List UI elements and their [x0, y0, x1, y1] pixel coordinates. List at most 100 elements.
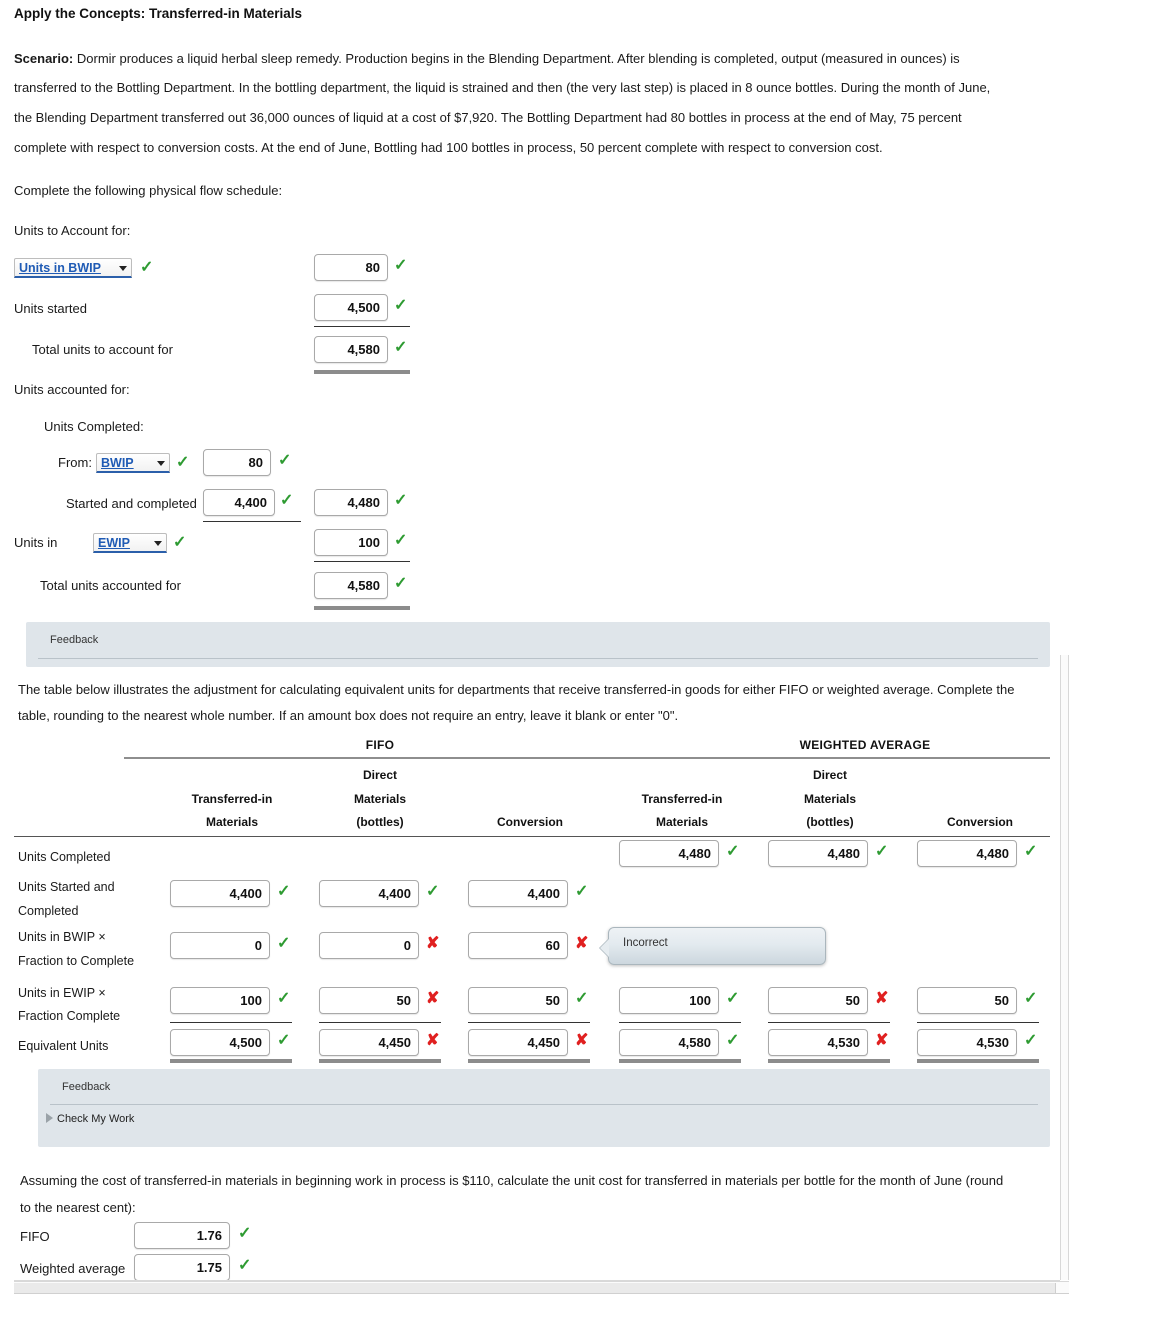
- table-row-label-equivalent-units: Equivalent Units: [18, 1039, 109, 1053]
- page-title: Apply the Concepts: Transferred-in Mater…: [14, 6, 303, 21]
- horizontal-scrollbar-thumb[interactable]: [14, 1283, 1056, 1293]
- table-row-label-bwip-1: Units in BWIP ×: [18, 930, 106, 944]
- input-units-in-bwip[interactable]: 80: [314, 254, 388, 281]
- scenario-line-4: complete with respect to conversion cost…: [14, 140, 883, 155]
- dropdown-units-in-bwip[interactable]: Units in BWIP: [14, 258, 132, 278]
- dropdown-from-bwip-label: BWIP: [101, 456, 134, 470]
- input-started-and-completed[interactable]: 4,400: [203, 489, 275, 516]
- col-header-wa-ti-line2: Transferred-in: [641, 792, 723, 806]
- cell-r4-c5[interactable]: 4,530: [917, 1029, 1017, 1056]
- status-r3-c2: ✓: [575, 990, 589, 1007]
- label-units-in: Units in: [14, 535, 58, 550]
- total-rule-2: [314, 606, 410, 610]
- input-total-units-to-account[interactable]: 4,580: [314, 336, 388, 363]
- status-r1-c1: ✓: [426, 883, 440, 900]
- status-r1-c0: ✓: [277, 883, 291, 900]
- feedback-top-label: Feedback: [50, 634, 99, 646]
- cell-r3-c3[interactable]: 100: [619, 987, 719, 1014]
- cell-r1-c1[interactable]: 4,400: [319, 880, 419, 907]
- dropdown-units-in-bwip-label: Units in BWIP: [19, 261, 101, 275]
- subtotal-rule-3: [314, 561, 410, 562]
- dropdown-from-bwip[interactable]: BWIP: [96, 453, 170, 473]
- eu-rule-c2: [468, 1022, 590, 1023]
- col-header-fifo-dm-line2: Materials: [353, 792, 407, 806]
- col-header-fifo-ti-line3: Materials: [205, 815, 259, 829]
- scenario-line-3: the Blending Department transferred out …: [14, 110, 962, 125]
- cell-r4-c0[interactable]: 4,500: [170, 1029, 270, 1056]
- incorrect-tooltip: Incorrect: [600, 927, 826, 965]
- eu-total-rule-c3: [619, 1059, 741, 1063]
- status-final-weighted-average: ✓: [238, 1257, 252, 1274]
- group-header-fifo: FIFO: [365, 738, 395, 752]
- status-final-fifo: ✓: [238, 1225, 252, 1242]
- eu-rule-c3: [619, 1022, 741, 1023]
- input-units-started[interactable]: 4,500: [314, 294, 388, 321]
- input-final-fifo[interactable]: 1.76: [134, 1222, 230, 1249]
- check-my-work-label: Check My Work: [57, 1113, 135, 1125]
- feedback-panel-bottom: Feedback: [38, 1069, 1050, 1147]
- dropdown-units-in-bwip-status: ✓: [140, 259, 154, 276]
- status-r1-c2: ✓: [575, 883, 589, 900]
- input-started-and-completed-total[interactable]: 4,480: [314, 489, 388, 516]
- label-units-started: Units started: [14, 301, 87, 316]
- input-units-in-ewip[interactable]: 100: [314, 529, 388, 556]
- status-r3-c3: ✓: [726, 990, 740, 1007]
- cell-r3-c0[interactable]: 100: [170, 987, 270, 1014]
- feedback-panel-top: Feedback: [26, 622, 1050, 667]
- check-my-work-toggle[interactable]: Check My Work: [46, 1113, 134, 1125]
- chevron-down-icon: [119, 266, 127, 271]
- status-units-started: ✓: [394, 297, 408, 314]
- table-row-label-ewip-1: Units in EWIP ×: [18, 986, 106, 1000]
- table-intro-line-2: table, rounding to the nearest whole num…: [18, 708, 679, 723]
- status-r2-c1: ✘: [426, 935, 440, 952]
- status-units-in-bwip: ✓: [394, 257, 408, 274]
- cell-r3-c2[interactable]: 50: [468, 987, 568, 1014]
- label-from: From:: [58, 455, 92, 470]
- label-total-units-to-account: Total units to account for: [32, 342, 173, 357]
- eu-total-rule-c5: [917, 1059, 1039, 1063]
- col-header-wa-ti-line3: Materials: [655, 815, 709, 829]
- col-header-wa-conv-line3: Conversion: [946, 815, 1013, 829]
- input-final-weighted-average[interactable]: 1.75: [134, 1254, 230, 1281]
- cell-r1-c0[interactable]: 4,400: [170, 880, 270, 907]
- col-header-wa-dm-line1: Direct: [812, 768, 847, 782]
- status-started-and-completed: ✓: [280, 492, 294, 509]
- dropdown-units-in-ewip[interactable]: EWIP: [93, 533, 167, 553]
- cell-r0-c3[interactable]: 4,480: [619, 840, 719, 867]
- dropdown-units-in-ewip-label: EWIP: [98, 536, 130, 550]
- horizontal-scrollbar[interactable]: [14, 1281, 1069, 1294]
- cell-r2-c2[interactable]: 60: [468, 932, 568, 959]
- cell-r0-c4[interactable]: 4,480: [768, 840, 868, 867]
- cell-r4-c1[interactable]: 4,450: [319, 1029, 419, 1056]
- total-rule-1: [314, 370, 410, 374]
- status-r4-c2: ✘: [575, 1032, 589, 1049]
- scenario-label: Scenario:: [14, 51, 74, 66]
- table-row-label-started-completed-2: Completed: [18, 904, 79, 918]
- col-header-fifo-conv-line3: Conversion: [496, 815, 563, 829]
- cell-r3-c5[interactable]: 50: [917, 987, 1017, 1014]
- subtotal-rule-2: [203, 521, 301, 522]
- cell-r3-c1[interactable]: 50: [319, 987, 419, 1014]
- status-r4-c4: ✘: [875, 1032, 889, 1049]
- cell-r1-c2[interactable]: 4,400: [468, 880, 568, 907]
- table-header-rule: [124, 757, 1050, 759]
- cell-r3-c4[interactable]: 50: [768, 987, 868, 1014]
- input-from-bwip[interactable]: 80: [203, 449, 271, 476]
- cell-r2-c1[interactable]: 0: [319, 932, 419, 959]
- cell-r0-c5[interactable]: 4,480: [917, 840, 1017, 867]
- cell-r4-c2[interactable]: 4,450: [468, 1029, 568, 1056]
- triangle-right-icon: [46, 1113, 53, 1123]
- cell-r4-c4[interactable]: 4,530: [768, 1029, 868, 1056]
- input-total-units-accounted[interactable]: 4,580: [314, 572, 388, 599]
- status-dropdown-from-bwip: ✓: [176, 454, 190, 471]
- feedback-top-divider: [38, 658, 1038, 659]
- final-line-1: Assuming the cost of transferred-in mate…: [20, 1173, 1004, 1188]
- units-accounted-heading: Units accounted for:: [14, 382, 130, 397]
- status-from-bwip: ✓: [278, 452, 292, 469]
- units-to-account-heading: Units to Account for:: [14, 223, 131, 238]
- cell-r4-c3[interactable]: 4,580: [619, 1029, 719, 1056]
- cell-r2-c0[interactable]: 0: [170, 932, 270, 959]
- vertical-scrollbar[interactable]: [1060, 655, 1069, 1280]
- status-r3-c5: ✓: [1024, 990, 1038, 1007]
- status-total-units-to-account: ✓: [394, 339, 408, 356]
